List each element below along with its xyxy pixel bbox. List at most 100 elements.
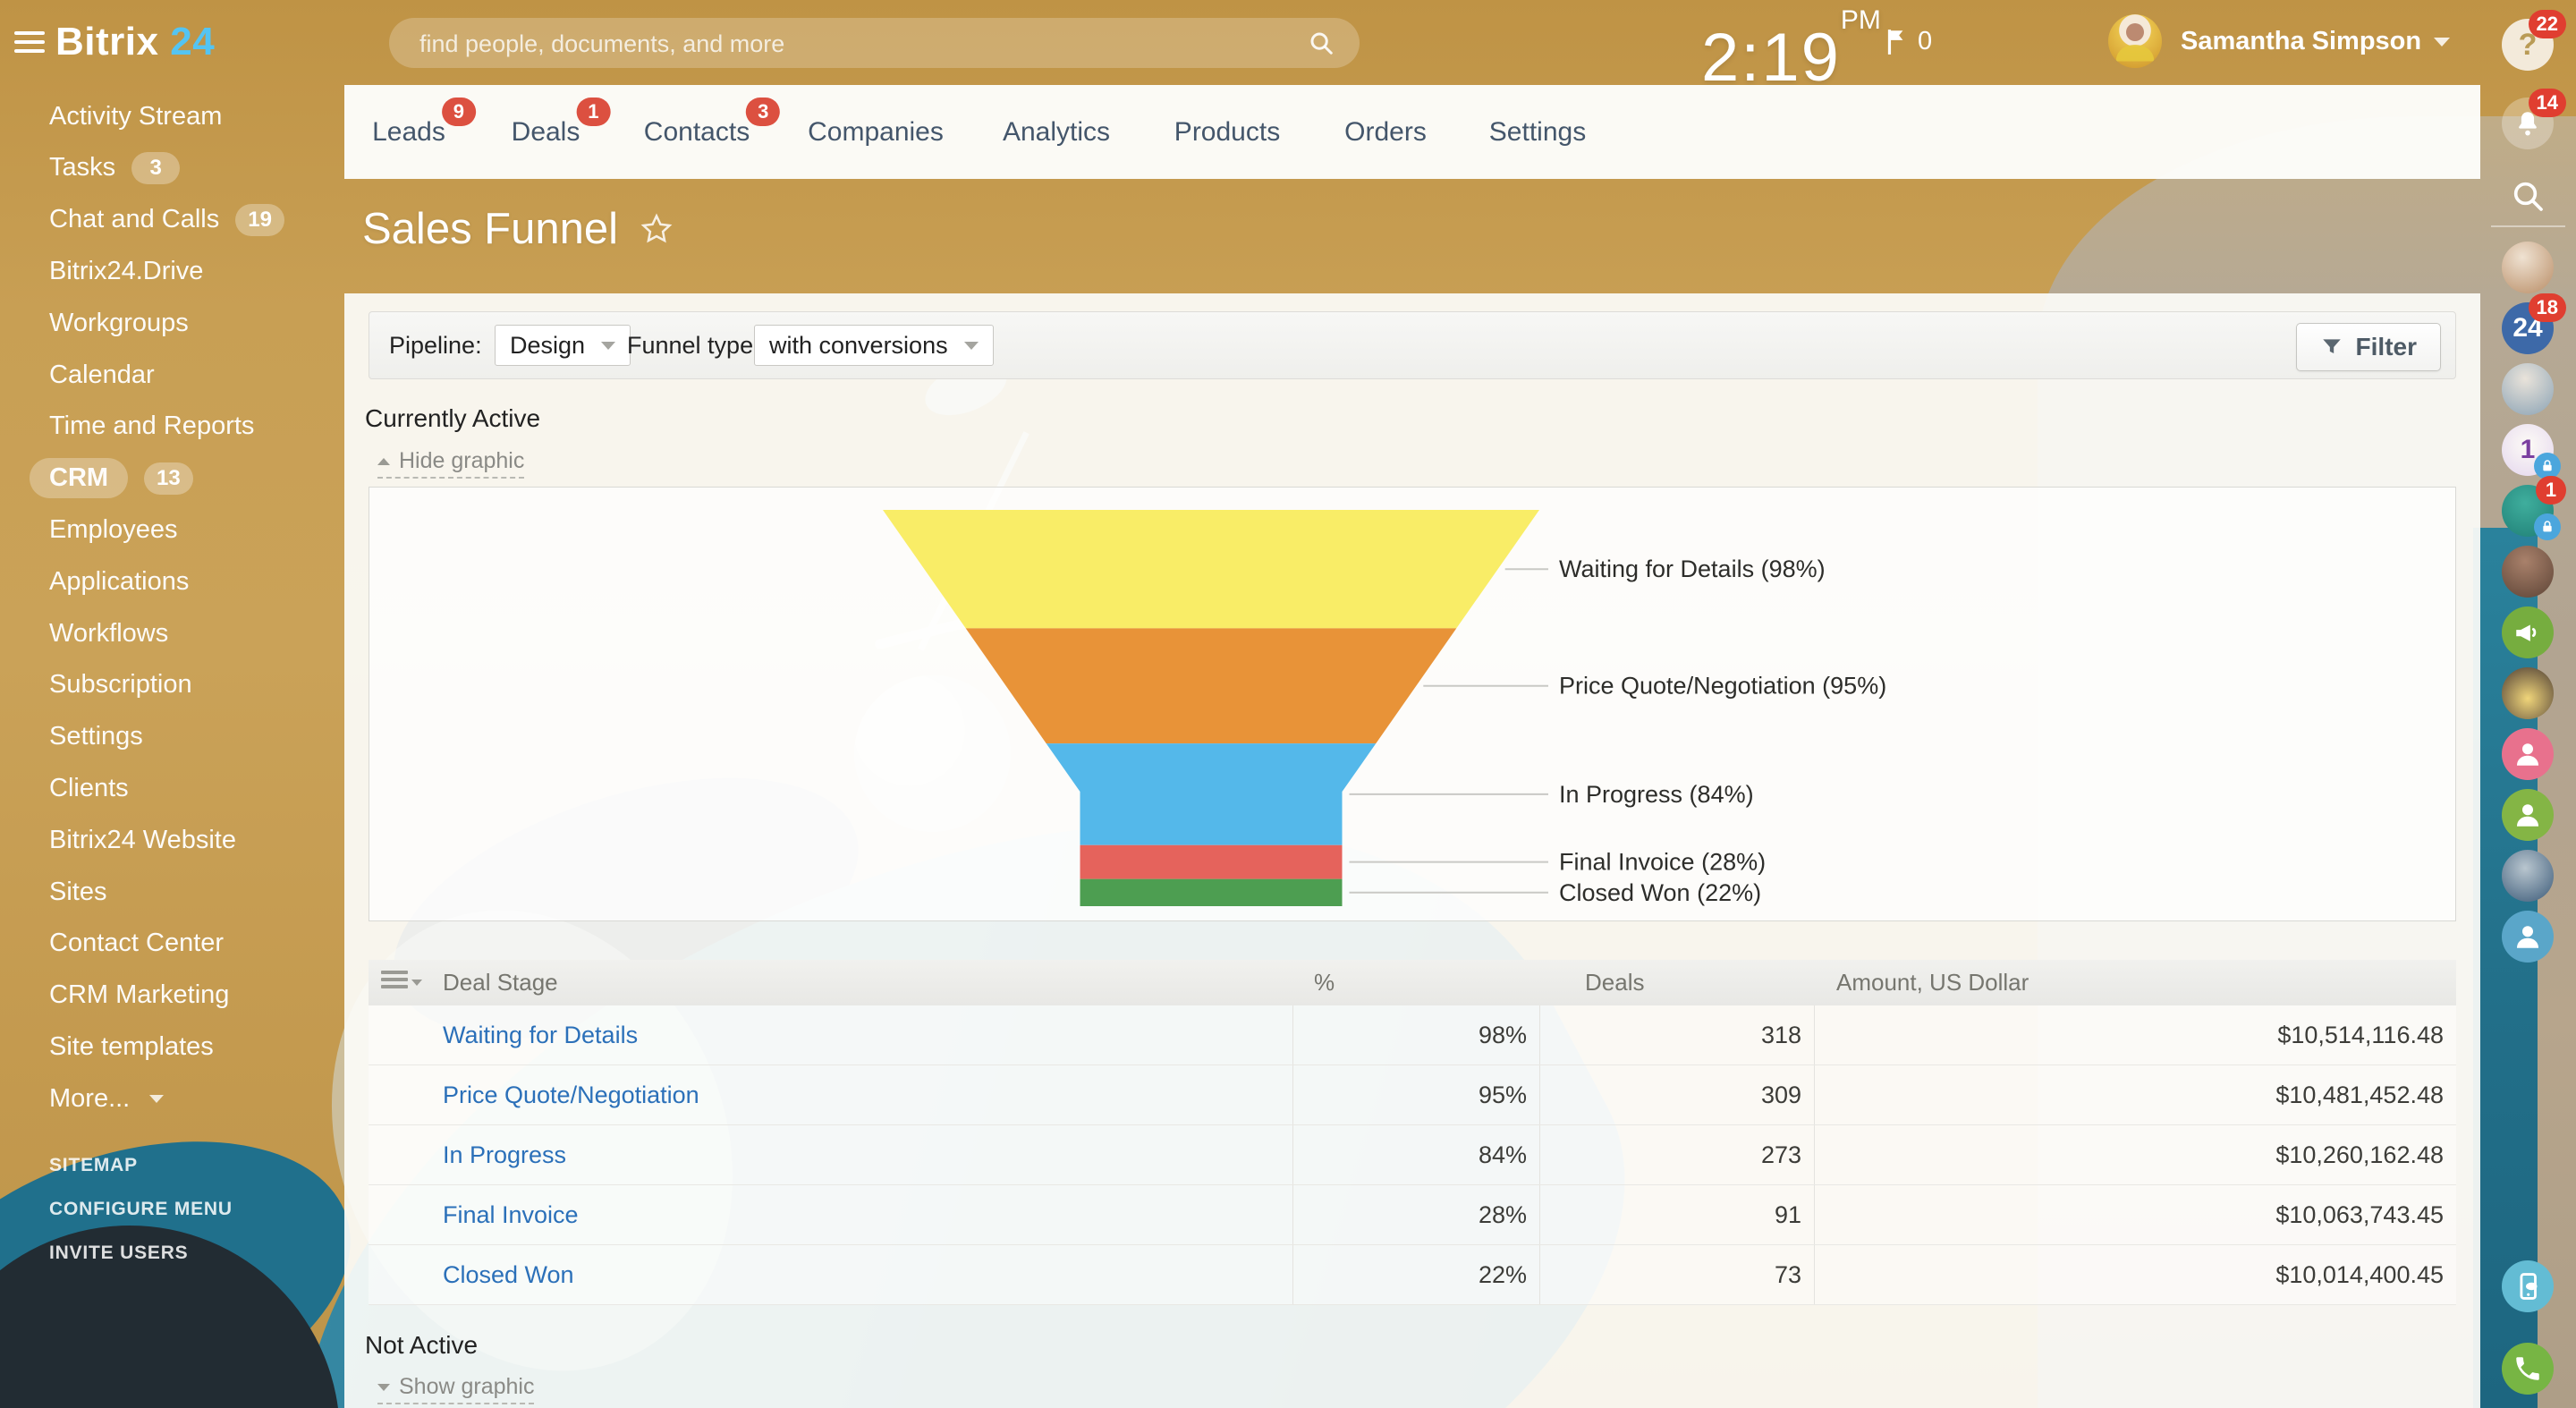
tab-contacts[interactable]: Contacts3 bbox=[644, 85, 750, 179]
chat-avatar-green[interactable] bbox=[2502, 789, 2554, 841]
announcements-button[interactable] bbox=[2502, 606, 2554, 658]
sidebar-item-activity-stream[interactable]: Activity Stream bbox=[49, 90, 222, 142]
amount-value: $10,260,162.48 bbox=[2275, 1141, 2444, 1169]
funnel-label: Final Invoice (28%) bbox=[1559, 849, 1766, 876]
user-avatar[interactable] bbox=[2108, 14, 2162, 68]
chat-avatar-idea[interactable] bbox=[2502, 667, 2554, 719]
sidebar-item-site-templates[interactable]: Site templates bbox=[49, 1021, 214, 1073]
sidebar-item-bitrix24-drive[interactable]: Bitrix24.Drive bbox=[49, 245, 203, 297]
telephony-button[interactable] bbox=[2502, 1343, 2554, 1395]
funnel-segment-in-progress[interactable] bbox=[1046, 743, 1377, 845]
rail-search-button[interactable] bbox=[2502, 170, 2554, 222]
chat-avatar-pink[interactable] bbox=[2502, 728, 2554, 780]
notifications-button[interactable]: 14 bbox=[2502, 98, 2554, 149]
bitrix24-network-button[interactable]: 24 18 bbox=[2502, 302, 2554, 354]
funnel-segment-waiting-for-details[interactable] bbox=[883, 510, 1539, 628]
funnel-segment-closed-won[interactable] bbox=[1080, 879, 1343, 906]
tab-products[interactable]: Products bbox=[1174, 85, 1280, 179]
search-icon[interactable] bbox=[1308, 30, 1335, 56]
amount-value: $10,481,452.48 bbox=[2275, 1081, 2444, 1109]
sidebar-item-contact-center[interactable]: Contact Center bbox=[49, 918, 224, 970]
chat-avatar-confetti[interactable]: 1 bbox=[2502, 485, 2554, 537]
chat-avatar-anniversary[interactable]: 1 bbox=[2502, 424, 2554, 476]
sidebar-item-workgroups[interactable]: Workgroups bbox=[49, 297, 189, 349]
sidebar-item-label: Subscription bbox=[49, 670, 192, 700]
flag-counter[interactable]: 0 bbox=[1885, 27, 1932, 56]
deal-stage-link[interactable]: Price Quote/Negotiation bbox=[443, 1081, 699, 1109]
sidebar-item-subscription[interactable]: Subscription bbox=[49, 659, 192, 711]
tab-settings[interactable]: Settings bbox=[1489, 85, 1586, 179]
sidebar-item-crm-marketing[interactable]: CRM Marketing bbox=[49, 970, 229, 1022]
filter-button[interactable]: Filter bbox=[2296, 323, 2441, 371]
mobile-app-button[interactable] bbox=[2502, 1260, 2554, 1312]
clock[interactable]: 2:19PM bbox=[1701, 5, 1881, 97]
column-divider bbox=[1814, 1005, 1815, 1064]
user-menu[interactable]: Samantha Simpson bbox=[2181, 27, 2450, 56]
search-input[interactable] bbox=[418, 18, 1280, 70]
sidebar-item-label: CRM bbox=[30, 458, 128, 498]
sidebar: Activity Stream Tasks3Chat and Calls19 Bit… bbox=[0, 85, 344, 1408]
chat-avatar-man[interactable] bbox=[2502, 363, 2554, 415]
sidebar-item-workflows[interactable]: Workflows bbox=[49, 607, 168, 659]
bitrix24-logo[interactable]: Bitrix 24 bbox=[55, 20, 215, 64]
help-button[interactable]: ? 22 bbox=[2502, 19, 2554, 71]
sidebar-item-clients[interactable]: Clients bbox=[49, 762, 129, 814]
main-panel: Pipeline: Design Funnel type: with conve… bbox=[344, 293, 2480, 1408]
column-divider bbox=[1292, 1125, 1293, 1184]
sidebar-item-applications[interactable]: Applications bbox=[49, 556, 189, 607]
funnel-segment-final-invoice[interactable] bbox=[1080, 845, 1343, 879]
sidebar-footer-invite-users[interactable]: INVITE USERS bbox=[49, 1243, 188, 1264]
flag-count: 0 bbox=[1918, 27, 1932, 56]
sidebar-item-label: Activity Stream bbox=[49, 102, 222, 131]
pipeline-label: Pipeline: bbox=[389, 332, 482, 360]
funnel-segment-price-quote-negotiation[interactable] bbox=[966, 628, 1457, 743]
chat-avatar-woman[interactable] bbox=[2502, 546, 2554, 598]
sidebar-item-tasks[interactable]: Tasks3 bbox=[49, 142, 180, 194]
sidebar-item-employees[interactable]: Employees bbox=[49, 504, 177, 556]
sidebar-footer-sitemap[interactable]: SITEMAP bbox=[49, 1155, 138, 1176]
hide-graphic-link[interactable]: Hide graphic bbox=[377, 448, 524, 479]
show-graphic-link[interactable]: Show graphic bbox=[377, 1374, 534, 1404]
sidebar-item-settings[interactable]: Settings bbox=[49, 711, 143, 763]
sidebar-footer-configure-menu[interactable]: CONFIGURE MENU bbox=[49, 1199, 233, 1220]
tab-analytics[interactable]: Analytics bbox=[1003, 85, 1110, 179]
b24-badge: 18 bbox=[2529, 293, 2566, 322]
tab-label: Orders bbox=[1344, 117, 1427, 148]
chat-avatar-blue[interactable] bbox=[2502, 911, 2554, 963]
column-header-deals[interactable]: Deals bbox=[1585, 969, 1644, 997]
column-header-amount-us-dollar[interactable]: Amount, US Dollar bbox=[1836, 969, 2029, 997]
tab-deals[interactable]: Deals1 bbox=[512, 85, 580, 179]
deals-value: 309 bbox=[1761, 1081, 1801, 1109]
app-window: Bitrix 24 2:19PM 0 Samantha Simpson Acti… bbox=[0, 0, 2576, 1408]
hamburger-menu-icon[interactable] bbox=[14, 31, 45, 55]
help-badge: 22 bbox=[2529, 10, 2566, 38]
column-header-deal-stage[interactable]: Deal Stage bbox=[443, 969, 558, 997]
sidebar-item-sites[interactable]: Sites bbox=[49, 866, 106, 918]
pipeline-select[interactable]: Design bbox=[495, 325, 631, 366]
percent-value: 22% bbox=[1479, 1261, 1527, 1289]
sidebar-item-label: Bitrix24.Drive bbox=[49, 257, 203, 286]
sidebar-item-time-and-reports[interactable]: Time and Reports bbox=[49, 401, 254, 453]
lock-icon bbox=[2534, 513, 2561, 540]
chat-avatar-support[interactable] bbox=[2502, 242, 2554, 293]
deal-stage-link[interactable]: Waiting for Details bbox=[443, 1022, 638, 1049]
table-settings-icon[interactable] bbox=[381, 971, 422, 996]
deal-stage-link[interactable]: Final Invoice bbox=[443, 1201, 579, 1229]
tab-companies[interactable]: Companies bbox=[808, 85, 944, 179]
chat-avatar-cyclist[interactable] bbox=[2502, 850, 2554, 902]
funnel-type-select[interactable]: with conversions bbox=[754, 325, 994, 366]
tab-leads[interactable]: Leads9 bbox=[372, 85, 445, 179]
deal-stage-link[interactable]: Closed Won bbox=[443, 1261, 574, 1289]
table-row: In Progress84%273$10,260,162.48 bbox=[369, 1125, 2456, 1185]
deal-stage-link[interactable]: In Progress bbox=[443, 1141, 566, 1169]
tab-orders[interactable]: Orders bbox=[1344, 85, 1427, 179]
sidebar-item-chat-and-calls[interactable]: Chat and Calls19 bbox=[49, 194, 284, 246]
column-header--[interactable]: % bbox=[1314, 969, 1335, 997]
sidebar-item-more[interactable]: More... bbox=[49, 1073, 164, 1124]
sidebar-item-crm[interactable]: CRM13 bbox=[49, 453, 193, 505]
sidebar-item-bitrix24-website[interactable]: Bitrix24 Website bbox=[49, 814, 236, 866]
amount-value: $10,063,743.45 bbox=[2275, 1201, 2444, 1229]
favorite-star-icon[interactable] bbox=[640, 212, 674, 246]
collapse-icon bbox=[377, 458, 390, 465]
sidebar-item-calendar[interactable]: Calendar bbox=[49, 349, 155, 401]
